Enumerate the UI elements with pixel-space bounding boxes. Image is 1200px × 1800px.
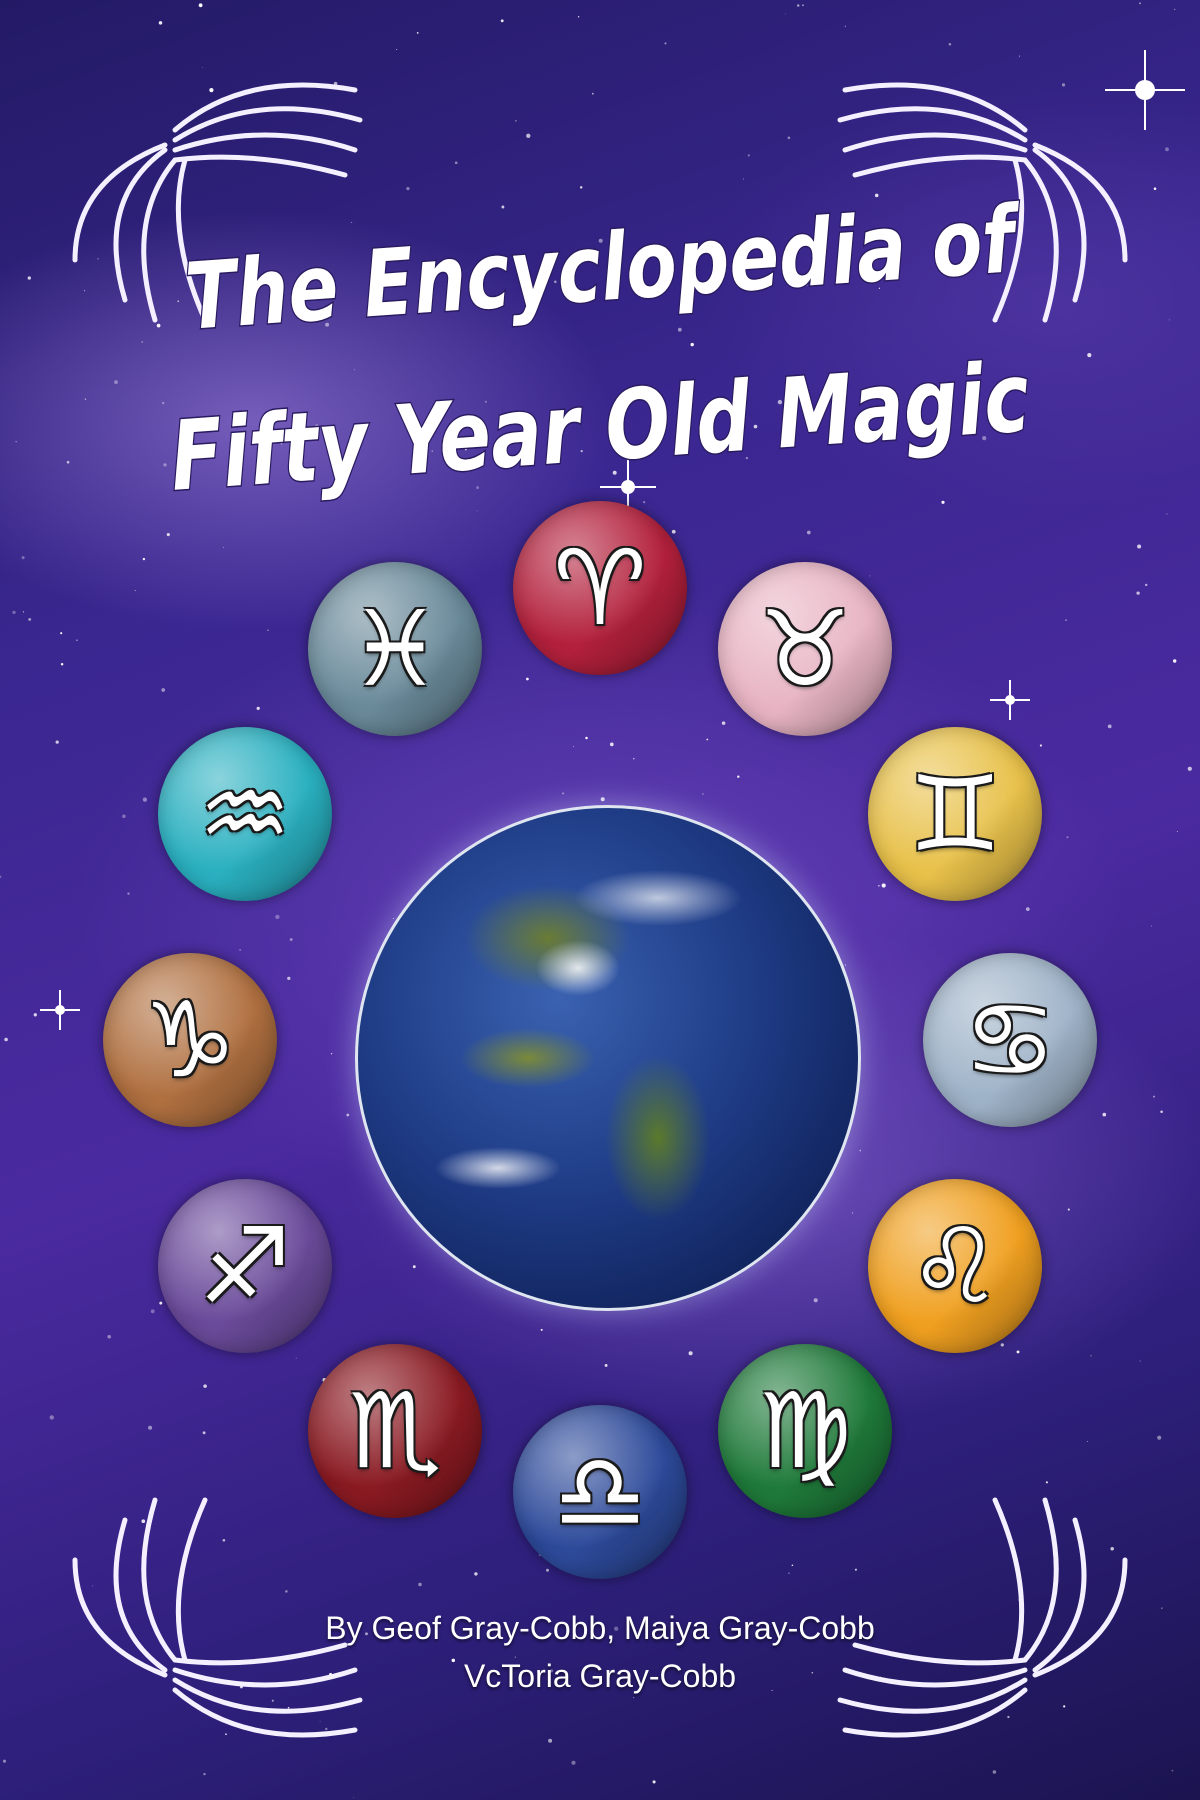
zodiac-capricorn-icon: ♑ <box>103 953 277 1127</box>
virgo-glyph: ♍ <box>758 1370 852 1493</box>
zodiac-aries-icon: ♈ <box>513 501 687 675</box>
scorpio-glyph: ♏ <box>348 1370 442 1493</box>
leo-glyph: ♌ <box>908 1205 1002 1327</box>
book-cover: The Encyclopedia of Fifty Year Old Magic… <box>0 0 1200 1800</box>
zodiac-taurus-icon: ♉ <box>718 561 892 736</box>
aries-glyph: ♈ <box>553 527 647 649</box>
zodiac-pisces-icon: ♓ <box>308 561 482 736</box>
sparkle-star-icon <box>40 990 80 1030</box>
author-line-1: By Geof Gray-Cobb, Maiya Gray-Cobb <box>325 1610 875 1646</box>
capricorn-glyph: ♑ <box>143 979 237 1101</box>
author-line-2: VcToria Gray-Cobb <box>463 1658 737 1694</box>
pisces-glyph: ♓ <box>348 587 442 710</box>
gemini-glyph: ♊ <box>908 753 1002 875</box>
cancer-glyph: ♋ <box>963 979 1057 1101</box>
earth-globe <box>355 805 861 1311</box>
zodiac-libra-icon: ♎ <box>513 1405 687 1579</box>
sagittarius-glyph: ♐ <box>198 1205 292 1327</box>
zodiac-sagittarius-icon: ♐ <box>157 1179 332 1353</box>
book-title: The Encyclopedia of Fifty Year Old Magic <box>165 184 1034 514</box>
taurus-glyph: ♉ <box>758 587 852 710</box>
zodiac-gemini-icon: ♊ <box>868 727 1043 901</box>
sparkle-star-icon <box>990 680 1030 720</box>
zodiac-leo-icon: ♌ <box>868 1179 1043 1353</box>
zodiac-virgo-icon: ♍ <box>718 1344 892 1519</box>
zodiac-aquarius-icon: ♒ <box>157 727 332 901</box>
aquarius-glyph: ♒ <box>198 753 292 875</box>
title-line-1: The Encyclopedia of <box>182 186 1025 351</box>
libra-glyph: ♎ <box>553 1431 647 1553</box>
title-line-2: Fifty Year Old Magic <box>167 341 1033 513</box>
zodiac-cancer-icon: ♋ <box>923 953 1097 1127</box>
zodiac-scorpio-icon: ♏ <box>308 1344 482 1519</box>
